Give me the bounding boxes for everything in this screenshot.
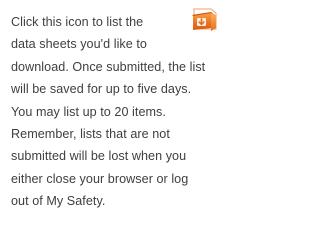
help-text-line-2: data sheets you'd like to: [11, 37, 147, 52]
help-text-line-1: Click this icon to list the: [11, 15, 144, 29]
help-text-line-3: download. Once submitted, the list: [11, 59, 206, 74]
help-text-line-9: out of My Safety.: [11, 194, 106, 209]
download-list-icon[interactable]: [190, 7, 218, 31]
help-text-line-7: submitted will be lost when you: [11, 149, 187, 164]
help-text-line-8: either close your browser or log: [11, 171, 189, 186]
help-text-line-6: Remember, lists that are not: [11, 127, 170, 142]
download-list-help-panel: Click this icon to list the data sheets …: [0, 0, 290, 250]
help-text: Click this icon to list the data sheets …: [11, 11, 205, 213]
help-text-line-5: You may list up to 20 items.: [11, 104, 166, 119]
help-text-line-4: will be saved for up to five days.: [11, 82, 192, 97]
